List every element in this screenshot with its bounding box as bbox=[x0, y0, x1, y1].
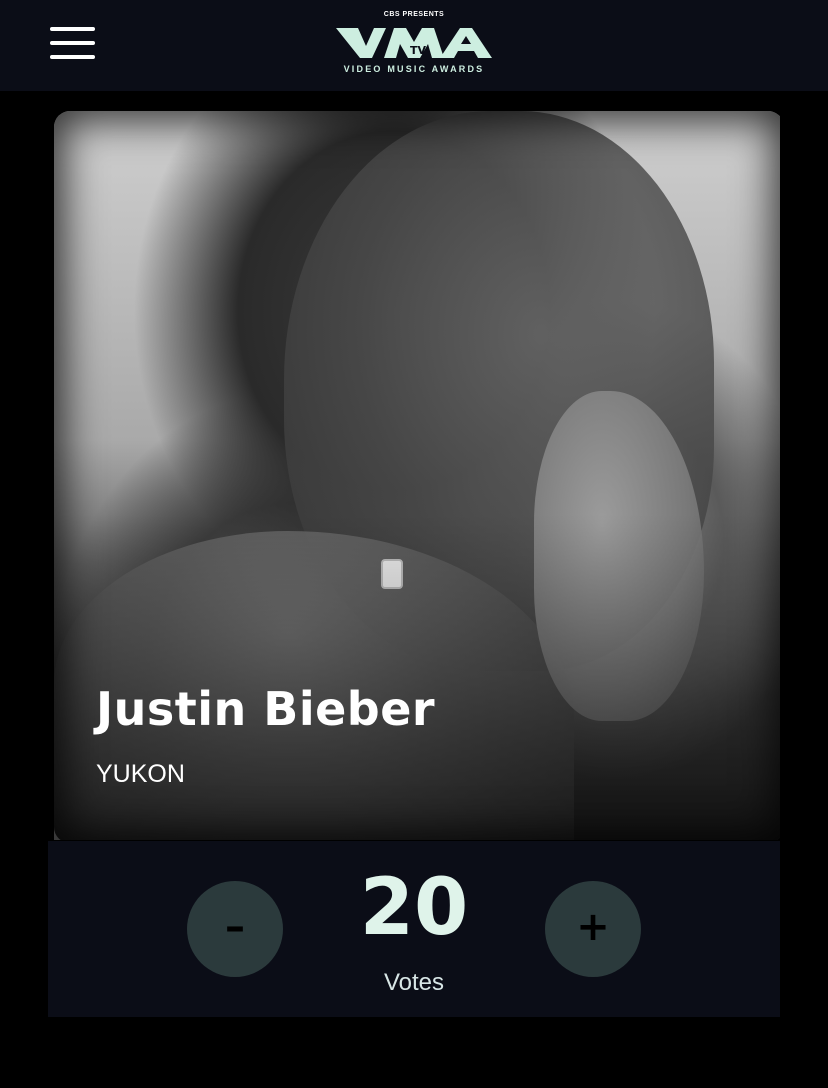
artist-name: Justin Bieber bbox=[96, 682, 436, 736]
vma-logo[interactable]: CBS PRESENTS TV VIDEO MUSIC AWARDS bbox=[328, 8, 500, 80]
vote-count: 20 bbox=[359, 863, 469, 953]
menu-line bbox=[50, 41, 95, 45]
menu-line bbox=[50, 27, 95, 31]
menu-line bbox=[50, 55, 95, 59]
increase-vote-button[interactable]: + bbox=[545, 881, 641, 977]
vote-panel: – 20 Votes + bbox=[48, 841, 780, 1017]
vma-logo-mark: TV bbox=[336, 28, 492, 58]
top-nav-bar: CBS PRESENTS TV VIDEO MUSIC AWARDS bbox=[0, 0, 828, 91]
decrease-vote-button[interactable]: – bbox=[187, 881, 283, 977]
hamburger-menu-icon[interactable] bbox=[50, 27, 95, 60]
votes-label: Votes bbox=[383, 969, 445, 996]
song-title: YUKON bbox=[96, 760, 185, 788]
logo-presenter-text: CBS PRESENTS bbox=[383, 11, 445, 18]
mtv-text: TV bbox=[410, 44, 427, 57]
logo-subtitle: VIDEO MUSIC AWARDS bbox=[343, 64, 485, 74]
